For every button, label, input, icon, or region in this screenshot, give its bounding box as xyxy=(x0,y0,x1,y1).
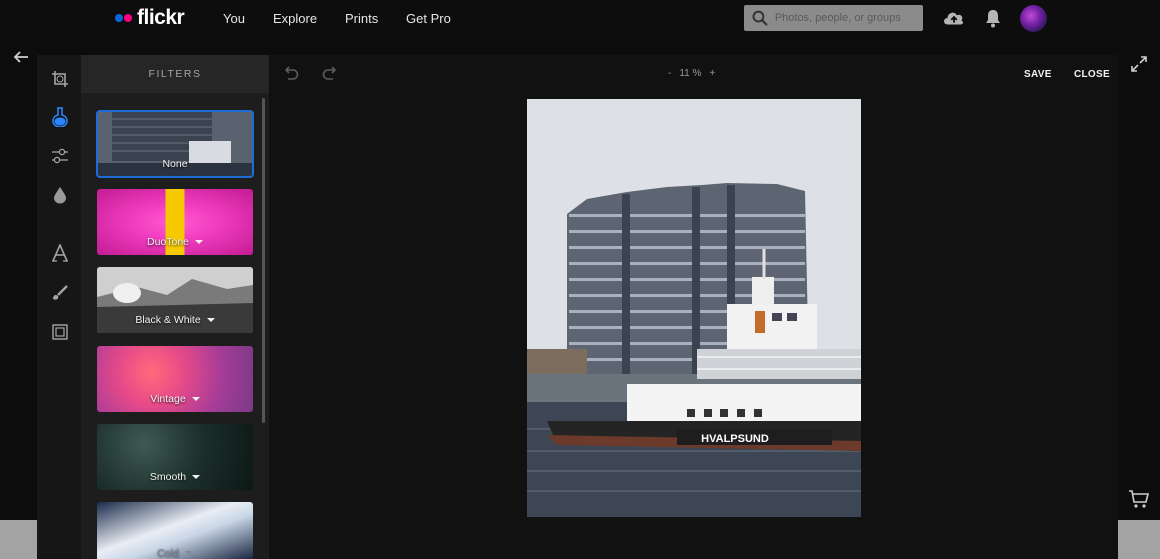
photo-canvas[interactable]: HVALPSUND xyxy=(527,99,861,517)
color-drop-icon[interactable] xyxy=(50,185,70,205)
page-background-strip xyxy=(1118,520,1160,559)
user-avatar[interactable] xyxy=(1020,5,1047,32)
back-arrow-icon[interactable] xyxy=(12,50,30,69)
search-input[interactable] xyxy=(774,12,923,24)
brush-icon[interactable] xyxy=(50,283,70,303)
undo-icon[interactable] xyxy=(283,66,299,85)
redo-icon[interactable] xyxy=(322,66,338,85)
filter-cold[interactable]: Cold xyxy=(97,502,253,559)
logo-pink-dot xyxy=(124,14,132,22)
filters-scrollbar[interactable] xyxy=(262,98,265,423)
zoom-out-button[interactable]: - xyxy=(668,68,671,79)
zoom-in-button[interactable]: + xyxy=(709,68,715,79)
filters-panel-title: FILTERS xyxy=(81,55,269,93)
search-icon xyxy=(752,10,768,26)
filters-panel: FILTERS None DuoTone Black & White Vinta… xyxy=(81,55,269,559)
close-button[interactable]: CLOSE xyxy=(1074,69,1110,80)
filters-tool-icon[interactable] xyxy=(50,107,70,127)
page-background-strip xyxy=(0,520,37,559)
page-root: flickr You Explore Prints Get Pro Photos… xyxy=(0,0,1160,559)
zoom-level: 11 % xyxy=(679,68,702,79)
tool-rail xyxy=(37,55,81,559)
top-navigation: flickr You Explore Prints Get Pro xyxy=(0,0,1160,38)
filter-vintage-label: Vintage xyxy=(150,393,186,405)
upload-icon[interactable] xyxy=(942,6,966,30)
search-box[interactable] xyxy=(744,5,923,31)
chevron-down-icon[interactable] xyxy=(195,240,204,245)
chevron-down-icon[interactable] xyxy=(191,397,200,402)
expand-icon[interactable] xyxy=(1130,55,1148,78)
filter-none-label: None xyxy=(162,158,188,170)
cart-icon[interactable] xyxy=(1128,489,1150,514)
filter-bw-label: Black & White xyxy=(135,314,201,326)
save-button[interactable]: SAVE xyxy=(1024,69,1052,80)
zoom-control: - 11 % + xyxy=(668,68,715,79)
notifications-bell-icon[interactable] xyxy=(981,6,1005,30)
text-tool-icon[interactable] xyxy=(50,243,70,263)
photo-image: HVALPSUND xyxy=(527,99,861,517)
crop-icon[interactable] xyxy=(50,69,70,89)
filter-cold-label: Cold xyxy=(157,547,179,559)
filter-none[interactable]: None xyxy=(96,110,254,178)
chevron-down-icon[interactable] xyxy=(192,475,201,480)
nav-prints[interactable]: Prints xyxy=(345,11,378,26)
adjustments-icon[interactable] xyxy=(50,146,70,166)
logo-blue-dot xyxy=(115,14,123,22)
flickr-logo[interactable]: flickr xyxy=(115,6,185,30)
chevron-down-icon[interactable] xyxy=(184,551,193,556)
logo-text: flickr xyxy=(137,6,185,29)
boat-name-text: HVALPSUND xyxy=(701,433,769,445)
filter-black-white[interactable]: Black & White xyxy=(97,267,253,333)
filter-smooth-label: Smooth xyxy=(149,471,187,483)
filter-smooth[interactable]: Smooth xyxy=(97,424,253,490)
filter-duotone-label: DuoTone xyxy=(146,236,190,248)
nav-explore[interactable]: Explore xyxy=(273,11,317,26)
filter-duotone[interactable]: DuoTone xyxy=(97,189,253,255)
nav-you[interactable]: You xyxy=(223,11,245,26)
chevron-down-icon[interactable] xyxy=(206,318,215,323)
nav-get-pro[interactable]: Get Pro xyxy=(406,11,451,26)
frame-icon[interactable] xyxy=(50,322,70,342)
filter-vintage[interactable]: Vintage xyxy=(97,346,253,412)
